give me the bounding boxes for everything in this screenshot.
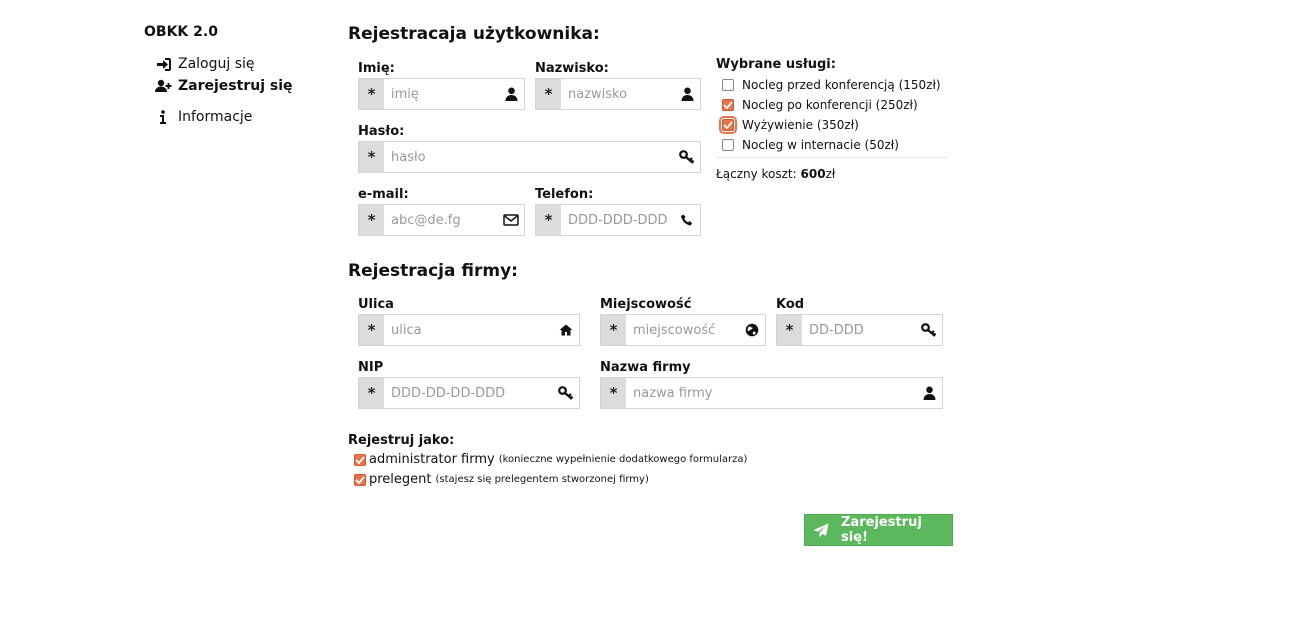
phone-label: Telefon: bbox=[535, 187, 594, 202]
service-option[interactable]: Wyżywienie (350zł) bbox=[716, 115, 948, 135]
user-section-title: Rejestracaja użytkownika: bbox=[348, 24, 600, 44]
user-plus-icon bbox=[153, 79, 173, 93]
last-name-field: * bbox=[535, 78, 701, 110]
paper-plane-icon bbox=[813, 523, 829, 538]
user-icon bbox=[674, 79, 700, 109]
email-field: * bbox=[358, 204, 525, 236]
company-name-label: Nazwa firmy bbox=[600, 360, 691, 375]
required-marker: * bbox=[359, 205, 384, 235]
street-label: Ulica bbox=[358, 297, 394, 312]
nip-input[interactable] bbox=[384, 378, 553, 408]
password-field: * bbox=[358, 141, 701, 173]
checkbox-checked[interactable] bbox=[719, 116, 737, 134]
nav-info[interactable]: Informacje bbox=[144, 106, 334, 128]
nip-field: * bbox=[358, 377, 580, 409]
required-marker: * bbox=[601, 378, 626, 408]
globe-icon bbox=[739, 315, 765, 345]
checkbox-unchecked[interactable] bbox=[722, 139, 734, 151]
role-option-admin[interactable]: administrator firmy (konieczne wypełnien… bbox=[354, 452, 747, 467]
password-label: Hasło: bbox=[358, 124, 405, 139]
services-title: Wybrane usługi: bbox=[716, 57, 836, 72]
service-label: Nocleg przed konferencją (150zł) bbox=[742, 78, 941, 92]
user-icon bbox=[916, 378, 942, 408]
registration-form: Rejestracaja użytkownika: Imię: * Nazwis… bbox=[348, 24, 958, 624]
role-note: (konieczne wypełnienie dodatkowego formu… bbox=[498, 454, 748, 465]
city-field: * bbox=[600, 314, 766, 346]
company-name-field: * bbox=[600, 377, 943, 409]
first-name-input[interactable] bbox=[384, 79, 498, 109]
checkbox-checked[interactable] bbox=[722, 99, 734, 111]
sign-in-icon bbox=[153, 57, 173, 71]
required-marker: * bbox=[777, 315, 802, 345]
company-name-input[interactable] bbox=[626, 378, 916, 408]
info-icon bbox=[153, 110, 173, 124]
nav-register-label: Zarejestruj się bbox=[178, 78, 293, 94]
user-icon bbox=[498, 79, 524, 109]
first-name-label: Imię: bbox=[358, 61, 395, 76]
required-marker: * bbox=[359, 315, 384, 345]
role-label: administrator firmy bbox=[369, 452, 495, 467]
city-label: Miejscowość bbox=[600, 297, 692, 312]
required-marker: * bbox=[601, 315, 626, 345]
total-unit: zł bbox=[825, 167, 836, 181]
service-option[interactable]: Nocleg po konferencji (250zł) bbox=[716, 95, 948, 115]
company-section-title: Rejestracja firmy: bbox=[348, 261, 518, 281]
home-icon bbox=[553, 315, 579, 345]
nav-register[interactable]: Zarejestruj się bbox=[144, 75, 334, 97]
service-option[interactable]: Nocleg w internacie (50zł) bbox=[716, 135, 948, 155]
divider bbox=[716, 157, 948, 158]
services-panel: Wybrane usługi: Nocleg przed konferencją… bbox=[716, 57, 948, 181]
role-note: (stajesz się prelegentem stworzonej firm… bbox=[435, 474, 649, 485]
required-marker: * bbox=[536, 79, 561, 109]
nav-login-label: Zaloguj się bbox=[178, 56, 255, 72]
postcode-input[interactable] bbox=[802, 315, 916, 345]
nav-login[interactable]: Zaloguj się bbox=[144, 53, 334, 75]
phone-icon bbox=[674, 205, 700, 235]
service-label: Nocleg w internacie (50zł) bbox=[742, 138, 899, 152]
role-option-speaker[interactable]: prelegent (stajesz się prelegentem stwor… bbox=[354, 472, 649, 487]
last-name-label: Nazwisko: bbox=[535, 61, 609, 76]
service-option[interactable]: Nocleg przed konferencją (150zł) bbox=[716, 75, 948, 95]
nav-info-label: Informacje bbox=[178, 109, 253, 125]
sidebar: OBKK 2.0 Zaloguj się Zarejestruj się Inf… bbox=[144, 24, 334, 128]
register-submit-button[interactable]: Zarejestruj się! bbox=[804, 514, 953, 546]
total-value: 600 bbox=[800, 167, 826, 181]
email-label: e-mail: bbox=[358, 187, 409, 202]
key-icon bbox=[674, 142, 700, 172]
required-marker: * bbox=[536, 205, 561, 235]
required-marker: * bbox=[359, 142, 384, 172]
street-field: * bbox=[358, 314, 580, 346]
checkbox-unchecked[interactable] bbox=[722, 79, 734, 91]
postcode-label: Kod bbox=[776, 297, 805, 312]
register-as-title: Rejestruj jako: bbox=[348, 433, 455, 448]
required-marker: * bbox=[359, 378, 384, 408]
postcode-field: * bbox=[776, 314, 943, 346]
role-label: prelegent bbox=[369, 472, 432, 487]
phone-input[interactable] bbox=[561, 205, 674, 235]
service-label: Wyżywienie (350zł) bbox=[742, 118, 859, 132]
last-name-input[interactable] bbox=[561, 79, 674, 109]
checkbox-checked[interactable] bbox=[354, 473, 366, 486]
service-label: Nocleg po konferencji (250zł) bbox=[742, 98, 918, 112]
total-cost: Łączny koszt: 600zł bbox=[716, 167, 948, 181]
submit-label: Zarejestruj się! bbox=[841, 515, 922, 545]
first-name-field: * bbox=[358, 78, 525, 110]
email-input[interactable] bbox=[384, 205, 498, 235]
key-icon bbox=[916, 315, 942, 345]
phone-field: * bbox=[535, 204, 701, 236]
street-input[interactable] bbox=[384, 315, 553, 345]
envelope-icon bbox=[498, 205, 524, 235]
total-label: Łączny koszt: bbox=[716, 167, 797, 181]
checkbox-checked[interactable] bbox=[354, 453, 366, 466]
nip-label: NIP bbox=[358, 360, 384, 375]
password-input[interactable] bbox=[384, 142, 674, 172]
required-marker: * bbox=[359, 79, 384, 109]
key-icon bbox=[553, 378, 579, 408]
app-brand: OBKK 2.0 bbox=[144, 24, 218, 40]
city-input[interactable] bbox=[626, 315, 739, 345]
